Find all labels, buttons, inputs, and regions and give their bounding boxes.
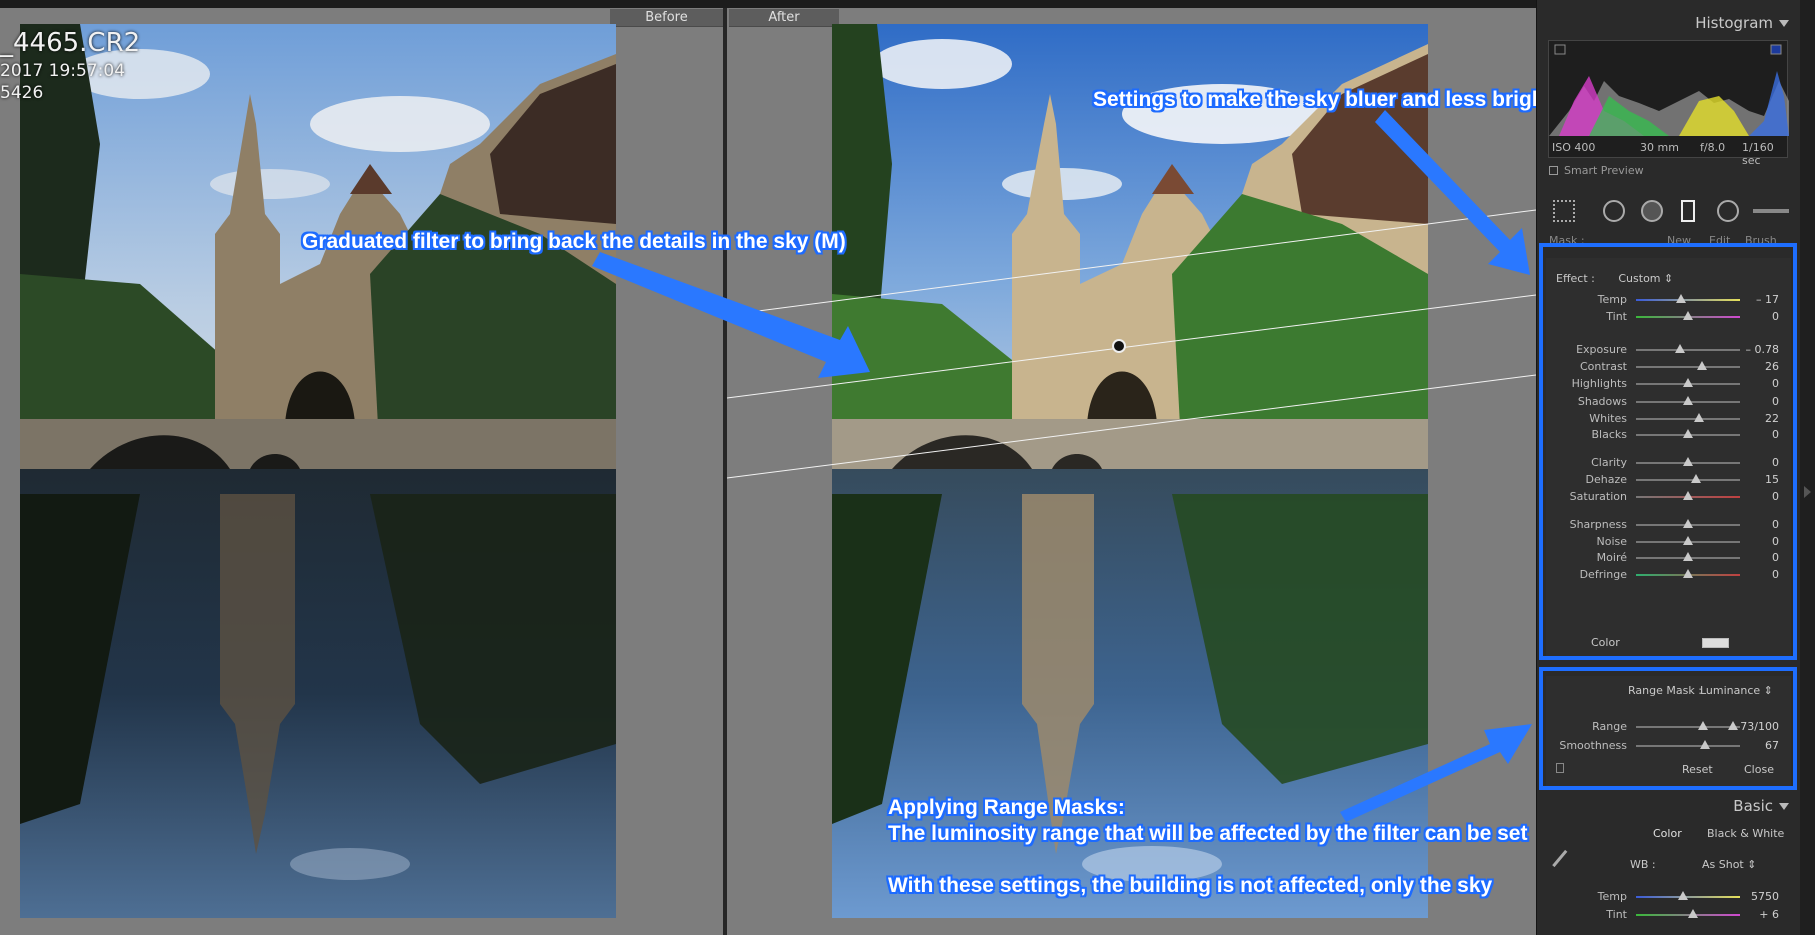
panel-edge-strip[interactable] bbox=[1800, 0, 1815, 935]
basic-tint-name: Tint bbox=[1606, 908, 1627, 921]
before-photo[interactable] bbox=[20, 24, 616, 918]
spot-removal-icon[interactable] bbox=[1603, 200, 1625, 222]
before-photo-image bbox=[20, 24, 616, 918]
file-info-overlay: _4465.CR2 2017 19:57:04 5426 bbox=[0, 26, 140, 104]
basic-temp-name: Temp bbox=[1597, 890, 1627, 903]
smart-preview-toggle[interactable]: Smart Preview bbox=[1549, 164, 1644, 177]
highlight-box-adjustments bbox=[1539, 243, 1797, 660]
eyedropper-icon[interactable] bbox=[1552, 849, 1576, 875]
red-eye-icon[interactable] bbox=[1641, 200, 1663, 222]
crop-tool-icon[interactable] bbox=[1553, 200, 1575, 222]
annotation-graduated-filter: Graduated filter to bring back the detai… bbox=[302, 230, 846, 253]
radial-filter-icon[interactable] bbox=[1717, 200, 1739, 222]
basic-header[interactable]: Basic bbox=[1537, 793, 1801, 819]
top-bar bbox=[0, 0, 1536, 8]
basic-collapse-icon[interactable] bbox=[1779, 803, 1789, 810]
datetime-text: 2017 19:57:04 bbox=[0, 61, 126, 81]
highlight-box-range-mask bbox=[1539, 667, 1797, 790]
compare-splitter[interactable] bbox=[723, 8, 727, 935]
basic-tint-value: + 6 bbox=[1759, 908, 1779, 921]
smart-preview-label: Smart Preview bbox=[1564, 164, 1644, 177]
collapse-triangle-icon[interactable] bbox=[1779, 20, 1789, 27]
before-label: Before bbox=[610, 9, 723, 27]
annotation-range-masks-line2: The luminosity range that will be affect… bbox=[888, 822, 1528, 845]
basic-title: Basic bbox=[1733, 797, 1773, 815]
wb-label: WB : bbox=[1630, 858, 1656, 871]
basic-tint-slider[interactable]: Tint + 6 bbox=[1546, 906, 1791, 923]
filter-pin[interactable] bbox=[1112, 339, 1126, 353]
wb-select[interactable]: As Shot ⇕ bbox=[1702, 858, 1756, 871]
smart-preview-checkbox-icon bbox=[1549, 166, 1558, 175]
file-info-line3: 5426 bbox=[0, 83, 44, 103]
aperture-text: f/8.0 bbox=[1700, 141, 1726, 154]
after-photo-image bbox=[832, 24, 1428, 918]
tab-black-white[interactable]: Black & White bbox=[1707, 827, 1784, 840]
focal-text: 30 mm bbox=[1640, 141, 1679, 154]
lightroom-develop-view: Before After _4465.CR2 2017 19:57:04 542… bbox=[0, 0, 1815, 935]
iso-text: ISO 400 bbox=[1552, 141, 1596, 154]
shutter-text: 1/160 sec bbox=[1742, 141, 1774, 167]
histogram-header[interactable]: Histogram bbox=[1537, 10, 1801, 36]
annotation-sky-settings: Settings to make the sky bluer and less … bbox=[1093, 88, 1552, 111]
histogram: ISO 400 30 mm f/8.0 1/160 sec bbox=[1548, 40, 1789, 167]
basic-temp-track bbox=[1636, 896, 1740, 898]
basic-temp-value: 5750 bbox=[1751, 890, 1779, 903]
after-label: After bbox=[729, 9, 839, 27]
expand-arrow-icon[interactable] bbox=[1804, 486, 1811, 498]
brush-slider-icon[interactable] bbox=[1753, 209, 1789, 213]
annotation-range-masks-title: Applying Range Masks: bbox=[888, 796, 1125, 819]
tab-color[interactable]: Color bbox=[1653, 827, 1682, 840]
graduated-filter-icon[interactable] bbox=[1681, 200, 1695, 222]
annotation-range-masks-line3: With these settings, the building is not… bbox=[888, 874, 1493, 897]
filename-text: _4465.CR2 bbox=[0, 28, 141, 58]
basic-temp-thumb[interactable] bbox=[1678, 891, 1688, 900]
after-photo[interactable] bbox=[832, 24, 1428, 918]
basic-tint-thumb[interactable] bbox=[1688, 909, 1698, 918]
histogram-title: Histogram bbox=[1695, 14, 1773, 32]
basic-temp-slider[interactable]: Temp 5750 bbox=[1546, 888, 1791, 905]
tool-strip bbox=[1547, 196, 1791, 224]
